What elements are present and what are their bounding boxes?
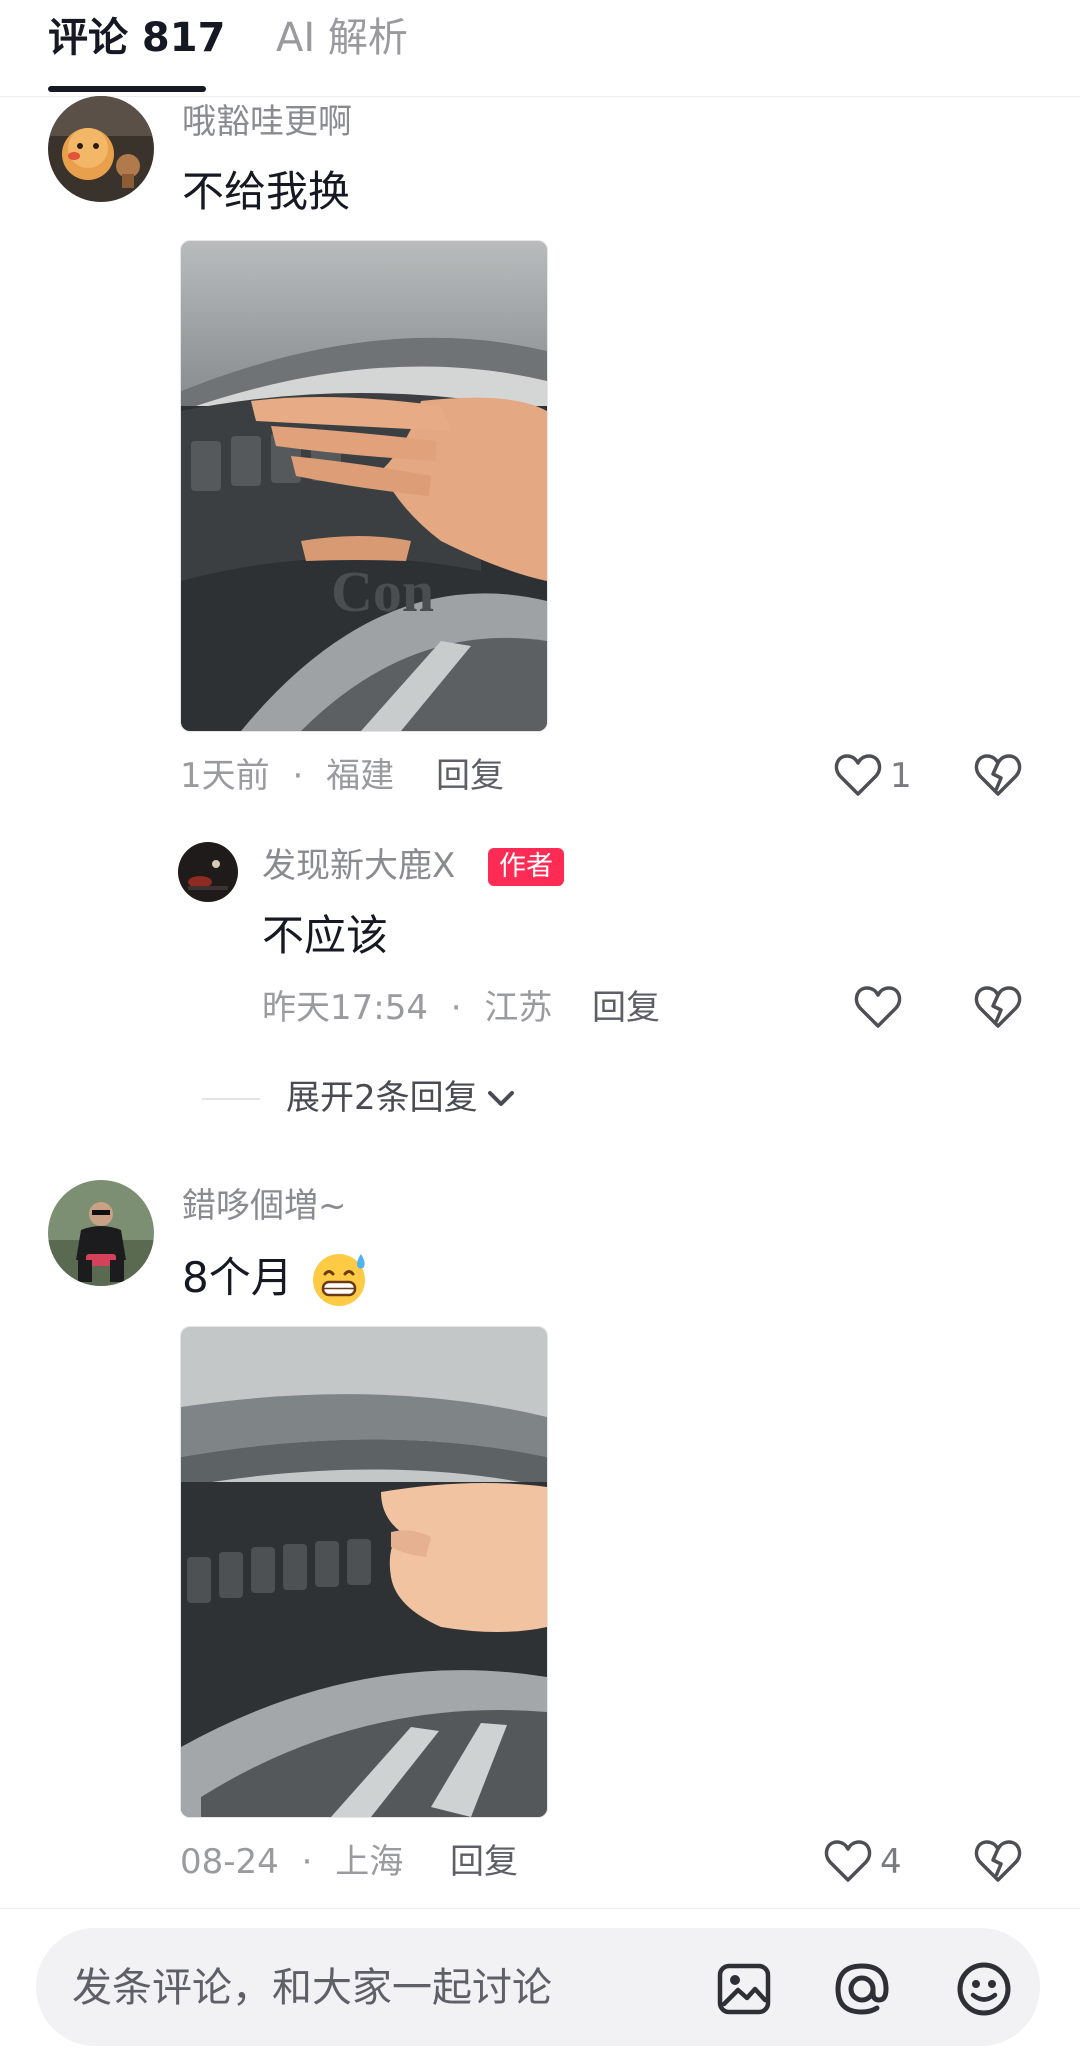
reply-button[interactable]: 回复 [436,754,504,798]
image-icon [717,1963,771,2015]
separator-dot: · [301,1842,313,1882]
separator-dot: · [292,756,304,796]
expand-replies-button[interactable]: 展开2条回复 [286,1076,518,1120]
like-count: 4 [880,1842,902,1882]
like-count: 1 [890,756,912,796]
at-sign-icon [835,1963,889,2015]
broken-heart-icon [974,986,1022,1028]
author-avatar-icon [178,842,238,902]
chevron-down-icon [487,1091,514,1106]
reply-time: 昨天17:54 [262,988,428,1028]
reply-avatar[interactable] [178,842,238,902]
comment-time: 1天前 [180,756,270,796]
heart-icon [834,754,882,796]
reply-button[interactable]: 回复 [450,1840,518,1884]
comment-meta: 08-24 · 上海 [180,1840,403,1884]
broken-heart-icon [974,1840,1022,1882]
heart-icon [824,1840,872,1882]
comment-input-placeholder: 发条评论，和大家一起讨论 [72,1965,552,2011]
comment-username[interactable]: 錯哆個増~ [182,1184,347,1228]
like-button[interactable] [824,1838,872,1884]
heart-icon [854,986,902,1028]
comment-text: 8个月 [182,1253,293,1302]
active-tab-indicator [48,86,206,92]
commenter-avatar[interactable] [48,1180,154,1286]
emoji-button[interactable] [954,1960,1014,2018]
reply-dislike-button[interactable] [974,984,1022,1030]
reply-reply-button[interactable]: 回复 [592,986,660,1030]
tab-ai-analysis[interactable]: AI 解析 [276,10,408,66]
reply-location: 江苏 [484,988,553,1028]
comment-location: 福建 [326,756,395,796]
svg-text:Con: Con [331,559,434,624]
comment-text: 不给我换 [182,167,351,216]
dislike-button[interactable] [974,1838,1022,1884]
tire-photo-image [181,1327,547,1817]
tab-comments[interactable]: 评论 817 [48,10,225,66]
author-badge: 作者 [488,848,564,886]
mention-button[interactable] [832,1960,892,2018]
image-button[interactable] [716,1962,772,2016]
smiley-icon [957,1962,1011,2016]
expand-replies-label: 展开2条回复 [286,1078,478,1118]
dislike-button[interactable] [974,752,1022,798]
sweat-grin-emoji-icon [312,1254,365,1306]
chick-avatar-icon [48,96,154,202]
comment-username[interactable]: 哦豁哇更啊 [182,100,352,144]
comment-text-row: 8个月 [182,1248,373,1308]
comment-meta: 1天前 · 福建 [180,754,394,798]
comment-location: 上海 [335,1842,404,1882]
reply-text: 不应该 [262,911,389,960]
comment-tabbar: 评论 817 AI 解析 [0,0,1080,97]
reply-username[interactable]: 发现新大鹿X [262,844,455,888]
reply-like-button[interactable] [854,984,902,1030]
commenter-avatar[interactable] [48,96,154,202]
separator-dot: · [450,988,462,1028]
comment-photo[interactable] [180,1326,548,1818]
expand-divider [202,1098,260,1100]
like-button[interactable] [834,752,882,798]
person-avatar-icon [48,1180,154,1286]
comment-photo[interactable]: Con [180,240,548,732]
broken-heart-icon [974,754,1022,796]
tire-photo-image: Con [181,241,547,731]
reply-meta: 昨天17:54 · 江苏 [262,986,552,1030]
comment-time: 08-24 [180,1842,279,1882]
